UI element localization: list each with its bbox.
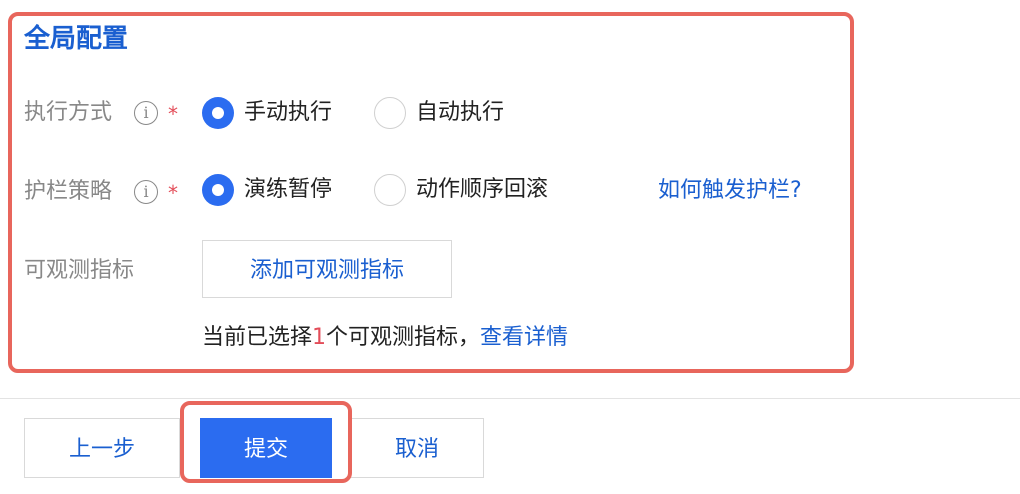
selected-metrics-note: 当前已选择1个可观测指标，查看详情 xyxy=(202,322,568,354)
add-metrics-button[interactable]: 添加可观测指标 xyxy=(202,240,452,298)
radio-label: 演练暂停 xyxy=(244,177,333,202)
required-mark: * xyxy=(168,181,178,205)
selected-suffix: 个可观测指标， xyxy=(326,325,481,350)
info-icon[interactable]: i xyxy=(134,101,158,125)
radio-checked-icon xyxy=(202,97,234,129)
radio-unchecked-icon xyxy=(374,97,406,129)
cancel-button[interactable]: 取消 xyxy=(350,418,484,478)
radio-unchecked-icon xyxy=(374,174,406,206)
radio-checked-icon xyxy=(202,174,234,206)
selected-prefix: 当前已选择 xyxy=(202,325,313,350)
radio-label: 手动执行 xyxy=(244,100,333,125)
submit-highlight-frame xyxy=(180,401,352,483)
guardrail-strategy-label: 护栏策略 xyxy=(24,179,113,204)
info-icon[interactable]: i xyxy=(134,180,158,204)
selected-count: 1 xyxy=(312,325,327,350)
section-title: 全局配置 xyxy=(24,24,129,54)
previous-step-button[interactable]: 上一步 xyxy=(24,418,180,478)
execution-mode-label: 执行方式 xyxy=(24,100,113,125)
view-details-link[interactable]: 查看详情 xyxy=(480,325,568,350)
footer-divider xyxy=(0,398,1020,399)
observability-metrics-label: 可观测指标 xyxy=(24,258,135,283)
radio-label: 自动执行 xyxy=(416,100,505,125)
required-mark: * xyxy=(168,102,178,126)
radio-label: 动作顺序回滚 xyxy=(416,177,549,202)
guardrail-help-link[interactable]: 如何触发护栏? xyxy=(658,176,802,206)
